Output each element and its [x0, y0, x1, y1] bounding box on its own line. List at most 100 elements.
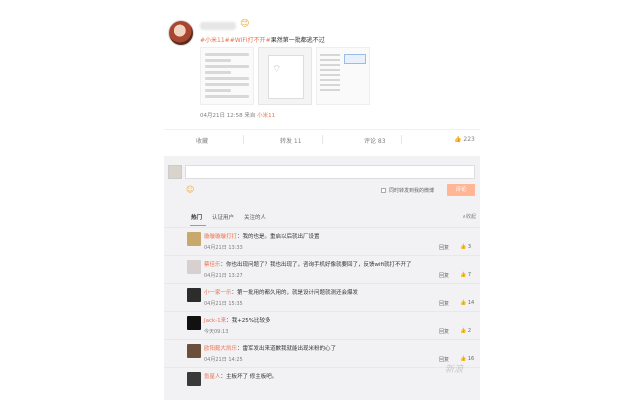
divider — [401, 135, 402, 144]
comment-item: 璇璇璇璇打打：我的也是。重启以后就出厂设置 04月21日 13:33 回复 👍 … — [164, 227, 480, 255]
commenter-name[interactable]: 璇璇璇璇打打 — [204, 234, 237, 240]
highlighted-option — [344, 54, 366, 64]
from-label: 来自 — [244, 113, 256, 119]
comment-text: 小一家一乐：第一批用的都久用的，就是设计问题就测还会爆发 — [204, 288, 358, 296]
like-count: 223 — [463, 136, 475, 143]
comment-button[interactable]: 评论 83 — [364, 136, 386, 145]
post-text: #小米11##WIFI打不开#果然第一批都逃不过 — [200, 35, 325, 44]
comment-time: 04月21日 15:35 — [204, 301, 243, 307]
settings-line — [205, 59, 232, 62]
menu-line — [320, 64, 340, 66]
commenter-name[interactable]: Jack-1来 — [204, 318, 226, 324]
commenter-avatar[interactable] — [187, 260, 201, 274]
post-source[interactable]: 小米11 — [257, 113, 275, 119]
favorite-button[interactable]: 收藏 — [196, 136, 208, 145]
settings-line — [205, 77, 249, 80]
settings-line — [205, 95, 249, 98]
comment-filter-tabs: 热门 认证用户 关注的人 ∧收起 — [164, 208, 480, 226]
comment-like-button[interactable]: 👍 3 — [460, 244, 471, 250]
watermark: 新浪 — [445, 365, 464, 375]
comment-input[interactable] — [185, 165, 475, 179]
comment-item: 氪星人：主板坏了 修主板吧。 — [164, 367, 480, 395]
menu-line — [320, 79, 340, 81]
comment-time: 04月21日 14:25 — [204, 357, 243, 363]
comment-body: ：雷军发出来道歉我就能出现米粉的心了 — [237, 346, 337, 352]
reply-button[interactable]: 回复 — [439, 328, 449, 335]
settings-line — [205, 83, 249, 86]
reply-button[interactable]: 回复 — [439, 300, 449, 307]
commenter-avatar[interactable] — [187, 316, 201, 330]
commenter-name[interactable]: 氪星人 — [204, 374, 221, 380]
action-bar: 收藏 转发 11 评论 83 👍 223 — [164, 129, 480, 149]
comment-like-count: 14 — [467, 300, 475, 306]
repost-checkbox-label[interactable]: 同时转发到我的微博 — [389, 187, 434, 194]
weibo-post-page: 😊 #小米11##WIFI打不开#果然第一批都逃不过 ⌔ 04月21日 12:5… — [0, 0, 640, 400]
comment-body: ：第一批用的都久用的，就是设计问题就测还会爆发 — [231, 290, 359, 296]
comment-like-count: 3 — [467, 244, 472, 250]
comment-panel: ☺ 同时转发到我的微博 评论 热门 认证用户 关注的人 ∧收起 璇璇璇璇打打：我… — [164, 156, 480, 400]
menu-line — [320, 89, 340, 91]
emoji-badge: 😊 — [240, 19, 250, 29]
comment-text: 欧阳懿大凯乐：雷军发出来道歉我就能出现米粉的心了 — [204, 344, 336, 352]
post-image-settings[interactable] — [200, 47, 254, 105]
reply-button[interactable]: 回复 — [439, 272, 449, 279]
commenter-avatar[interactable] — [187, 344, 201, 358]
post-image-menu[interactable] — [316, 47, 370, 105]
comment-item: Jack-1来：我+25%比较多 今天09:13 回复 👍 2 — [164, 311, 480, 339]
commenter-name[interactable]: 蔡佳乐 — [204, 262, 221, 268]
author-avatar[interactable] — [168, 20, 194, 46]
tab-following[interactable]: 关注的人 — [244, 213, 266, 221]
post-meta: 04月21日 12:58 来自 小米11 — [200, 111, 275, 119]
comment-like-button[interactable]: 👍 14 — [460, 300, 474, 306]
menu-column — [320, 51, 340, 101]
commenter-avatar[interactable] — [187, 288, 201, 302]
reply-button[interactable]: 回复 — [439, 244, 449, 251]
comment-text: Jack-1来：我+25%比较多 — [204, 316, 271, 324]
comment-like-button[interactable]: 👍 7 — [460, 272, 471, 278]
menu-line — [320, 84, 340, 86]
divider — [243, 135, 244, 144]
comment-like-button[interactable]: 👍 2 — [460, 328, 471, 334]
submit-comment-button[interactable]: 评论 — [447, 184, 475, 196]
wifi-icon: ⌔ — [272, 64, 282, 75]
comment-item: 小一家一乐：第一批用的都久用的，就是设计问题就测还会爆发 04月21日 15:3… — [164, 283, 480, 311]
hashtag-xiaomi11[interactable]: #小米11# — [200, 37, 230, 44]
comment-like-count: 7 — [467, 272, 472, 278]
post-body: 果然第一批都逃不过 — [270, 37, 325, 44]
my-avatar — [168, 165, 182, 179]
settings-line — [205, 53, 249, 56]
menu-line — [320, 59, 340, 61]
comment-item: 欧阳懿大凯乐：雷军发出来道歉我就能出现米粉的心了 04月21日 14:25 回复… — [164, 339, 480, 367]
settings-line — [205, 65, 249, 68]
tab-verified[interactable]: 认证用户 — [212, 213, 234, 221]
menu-line — [320, 74, 340, 76]
comment-item: 蔡佳乐：你也出现问题了？我也出现了，咨询手机好像就要回了，反馈wifi就打不开了… — [164, 255, 480, 283]
comment-body: ：你也出现问题了？我也出现了，咨询手机好像就要回了，反馈wifi就打不开了 — [220, 262, 412, 268]
commenter-name[interactable]: 小一家一乐 — [204, 290, 232, 296]
commenter-avatar[interactable] — [187, 232, 201, 246]
thumbs-up-icon: 👍 — [454, 136, 462, 143]
comment-text: 氪星人：主板坏了 修主板吧。 — [204, 372, 277, 380]
commenter-avatar[interactable] — [187, 372, 201, 386]
hashtag-wifi[interactable]: #WIFI打不开# — [230, 37, 271, 44]
comment-like-count: 2 — [467, 328, 472, 334]
like-button[interactable]: 👍 223 — [454, 136, 475, 143]
comment-body: ：主板坏了 修主板吧。 — [220, 374, 278, 380]
emoji-picker-icon[interactable]: ☺ — [186, 185, 194, 194]
menu-line — [320, 69, 340, 71]
author-name-blurred[interactable] — [200, 22, 236, 30]
tab-hot[interactable]: 热门 — [191, 213, 202, 221]
comment-body: ：我+25%比较多 — [226, 318, 271, 324]
post-time[interactable]: 04月21日 12:58 — [200, 113, 243, 119]
router-device — [268, 55, 304, 99]
active-tab-indicator — [190, 225, 206, 226]
repost-button[interactable]: 转发 11 — [280, 136, 302, 145]
collapse-button[interactable]: ∧收起 — [462, 213, 476, 220]
comment-time: 今天09:13 — [204, 329, 229, 335]
repost-checkbox[interactable] — [381, 188, 386, 193]
commenter-name[interactable]: 欧阳懿大凯乐 — [204, 346, 237, 352]
menu-line — [320, 54, 340, 56]
comment-like-count: 16 — [467, 356, 475, 362]
post-image-router[interactable]: ⌔ — [258, 47, 312, 105]
comment-time: 04月21日 13:27 — [204, 273, 243, 279]
